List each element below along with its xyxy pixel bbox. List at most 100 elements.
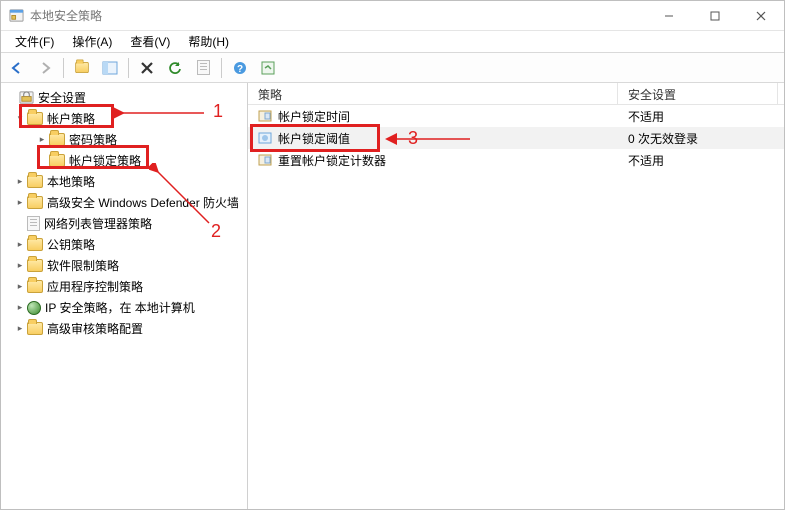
policy-icon: [258, 153, 272, 167]
toolbar-separator: [63, 58, 64, 78]
cell-policy: 帐户锁定阈值: [248, 130, 618, 147]
tree-item-ip-security[interactable]: ▸ IP 安全策略，在 本地计算机: [5, 297, 247, 318]
tree-item-label: 帐户锁定策略: [65, 152, 141, 169]
tree-item-account-lockout-policy[interactable]: ▶ 帐户锁定策略: [5, 150, 247, 171]
folder-icon: [27, 259, 43, 272]
tree-item-label: 本地策略: [43, 173, 95, 190]
list-rows: 帐户锁定时间 不适用 帐户锁定阈值 0 次无效登录 重置帐户锁定计数器: [248, 105, 784, 509]
document-icon: [27, 216, 40, 231]
tree-item-app-control[interactable]: ▸ 应用程序控制策略: [5, 276, 247, 297]
cell-setting: 不适用: [618, 152, 778, 169]
delete-button[interactable]: [135, 56, 159, 80]
policy-name: 帐户锁定时间: [278, 108, 350, 125]
menu-help[interactable]: 帮助(H): [180, 31, 237, 52]
document-icon: [197, 60, 210, 75]
tree-item-defender-firewall[interactable]: ▸ 高级安全 Windows Defender 防火墙: [5, 192, 247, 213]
back-button[interactable]: [5, 56, 29, 80]
tree-item-label: 高级安全 Windows Defender 防火墙: [43, 194, 238, 211]
tree-item-label: 高级审核策略配置: [43, 320, 143, 337]
tree-item-label: 应用程序控制策略: [43, 278, 143, 295]
policy-name: 重置帐户锁定计数器: [278, 152, 386, 169]
folder-icon: [27, 175, 43, 188]
folder-icon: [27, 112, 43, 125]
showhide-tree-button[interactable]: [98, 56, 122, 80]
tree-root-label: 安全设置: [34, 89, 86, 106]
tree-item-label: 密码策略: [65, 131, 117, 148]
cell-policy: 重置帐户锁定计数器: [248, 152, 618, 169]
tree-item-label: 网络列表管理器策略: [40, 215, 152, 232]
menu-action[interactable]: 操作(A): [64, 31, 120, 52]
window-title-wrap: 本地安全策略: [9, 7, 646, 24]
expander-open-icon[interactable]: ▾: [13, 112, 27, 126]
folder-icon: [27, 196, 43, 209]
tree-item-label: 软件限制策略: [43, 257, 119, 274]
forward-button[interactable]: [33, 56, 57, 80]
expander-icon[interactable]: ▸: [13, 259, 27, 273]
setting-value: 不适用: [628, 108, 664, 125]
column-header-setting[interactable]: 安全设置: [618, 83, 778, 104]
body: ▶ 安全设置 ▾ 帐户策略 ▸ 密码策略 ▶ 帐户锁定策略: [1, 83, 784, 509]
setting-value: 不适用: [628, 152, 664, 169]
toolbar-separator: [221, 58, 222, 78]
expander-icon[interactable]: ▸: [13, 301, 27, 315]
cell-policy: 帐户锁定时间: [248, 108, 618, 125]
folder-icon: [27, 322, 43, 335]
expander-icon[interactable]: ▸: [13, 238, 27, 252]
expander-icon[interactable]: ▸: [13, 175, 27, 189]
expander-icon[interactable]: ▸: [35, 133, 49, 147]
tree-item-advanced-audit[interactable]: ▸ 高级审核策略配置: [5, 318, 247, 339]
svg-text:?: ?: [237, 64, 243, 75]
export-button[interactable]: [191, 56, 215, 80]
folder-icon: [49, 154, 65, 167]
folder-icon: [27, 238, 43, 251]
folder-icon: [49, 133, 65, 146]
column-header-policy[interactable]: 策略: [248, 83, 618, 104]
tree-pane[interactable]: ▶ 安全设置 ▾ 帐户策略 ▸ 密码策略 ▶ 帐户锁定策略: [1, 83, 248, 509]
close-button[interactable]: [738, 1, 784, 31]
tree-item-label: 公钥策略: [43, 236, 95, 253]
globe-icon: [27, 301, 41, 315]
tree-item-label: 帐户策略: [43, 110, 95, 127]
tree-item-public-key[interactable]: ▸ 公钥策略: [5, 234, 247, 255]
menu-bar: 文件(F) 操作(A) 查看(V) 帮助(H): [1, 31, 784, 53]
list-row[interactable]: 帐户锁定时间 不适用: [248, 105, 784, 127]
tree-root[interactable]: ▶ 安全设置: [5, 87, 247, 108]
tree-item-network-list[interactable]: ▶ 网络列表管理器策略: [5, 213, 247, 234]
expander-icon[interactable]: ▸: [13, 322, 27, 336]
window: 本地安全策略 文件(F) 操作(A) 查看(V) 帮助(H) ?: [0, 0, 785, 510]
expander-icon[interactable]: ▸: [13, 280, 27, 294]
folder-icon: [27, 280, 43, 293]
minimize-button[interactable]: [646, 1, 692, 31]
tree-item-label: IP 安全策略，在 本地计算机: [41, 299, 195, 316]
list-row-selected[interactable]: 帐户锁定阈值 0 次无效登录: [248, 127, 784, 149]
tree-item-password-policy[interactable]: ▸ 密码策略: [5, 129, 247, 150]
up-button[interactable]: [70, 56, 94, 80]
window-controls: [646, 1, 784, 31]
setting-value: 0 次无效登录: [628, 130, 698, 147]
folder-icon: [75, 62, 89, 73]
menu-file[interactable]: 文件(F): [7, 31, 62, 52]
expander-icon[interactable]: ▸: [13, 196, 27, 210]
policy-name: 帐户锁定阈值: [278, 130, 350, 147]
maximize-button[interactable]: [692, 1, 738, 31]
toolbar-separator: [128, 58, 129, 78]
list-pane: 策略 安全设置 帐户锁定时间 不适用 帐户锁定阈值 0 次无效登录: [248, 83, 784, 509]
list-header: 策略 安全设置: [248, 83, 784, 105]
cell-setting: 0 次无效登录: [618, 130, 778, 147]
properties-button[interactable]: [256, 56, 280, 80]
policy-icon: [258, 131, 272, 145]
policy-icon: [258, 109, 272, 123]
tree-item-account-policies[interactable]: ▾ 帐户策略: [5, 108, 247, 129]
help-button[interactable]: ?: [228, 56, 252, 80]
window-title: 本地安全策略: [30, 7, 102, 24]
tree-item-local-policies[interactable]: ▸ 本地策略: [5, 171, 247, 192]
cell-setting: 不适用: [618, 108, 778, 125]
list-row[interactable]: 重置帐户锁定计数器 不适用: [248, 149, 784, 171]
tree-item-software-restriction[interactable]: ▸ 软件限制策略: [5, 255, 247, 276]
security-settings-icon: [19, 90, 34, 105]
menu-view[interactable]: 查看(V): [122, 31, 178, 52]
toolbar: ?: [1, 53, 784, 83]
app-icon: [9, 8, 24, 23]
title-bar: 本地安全策略: [1, 1, 784, 31]
refresh-button[interactable]: [163, 56, 187, 80]
